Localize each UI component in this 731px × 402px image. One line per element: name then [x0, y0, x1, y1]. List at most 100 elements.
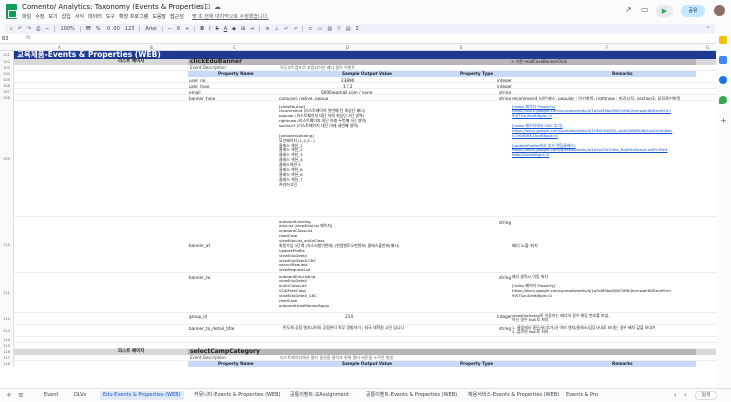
tab-recruit-events[interactable]: 채용서비스-Events & Properties (WEB)	[468, 391, 559, 400]
sample-value-cell[interactable]: [viewEduList] recommend (리스트페이지 첫번째 탄 최상…	[278, 104, 426, 220]
document-title[interactable]: Comento/ Analytics: Taxonomy (Events & P…	[22, 3, 207, 11]
functions-icon[interactable]: Σ	[356, 26, 359, 32]
link-icon[interactable]: ⊂	[308, 26, 312, 32]
search-menus-icon[interactable]: ⌕	[10, 26, 13, 32]
sample-value-cell[interactable]: onboardEduListing viewEduDetail onAirCla…	[278, 274, 428, 314]
currency-format-button[interactable]: ₩	[86, 26, 91, 32]
borders-icon[interactable]: ⊞	[241, 26, 245, 32]
align-left-icon[interactable]: ≡	[265, 26, 269, 32]
font-size-decrease-icon[interactable]: −	[168, 26, 172, 32]
column-header-c[interactable]: C	[233, 45, 236, 50]
share-label: 공유	[688, 8, 698, 14]
valign-icon[interactable]: ⊥	[275, 26, 279, 32]
number-format-button[interactable]: 123	[125, 26, 135, 32]
explore-label: 탐색	[701, 393, 711, 398]
menu-view[interactable]: 보기	[48, 13, 57, 21]
comment-icon[interactable]: ▭	[641, 5, 649, 14]
explore-button[interactable]: 탐색	[695, 391, 717, 400]
fill-color-icon[interactable]: ◆	[232, 26, 236, 32]
redo-icon[interactable]: ↷	[27, 26, 31, 32]
move-folder-icon[interactable]: ⊡	[205, 3, 211, 11]
filter-icon[interactable]: ▽	[337, 26, 341, 32]
rotate-icon[interactable]: ↗	[293, 26, 297, 32]
property-header[interactable]: Property Name Sample Output Value Proper…	[188, 361, 696, 367]
merge-cells-icon[interactable]: ⇔	[250, 26, 254, 32]
tab-edu-events[interactable]: Edu-Events & Properties (WEB)	[100, 391, 184, 400]
decimal-buttons[interactable]: .0 .00	[105, 26, 119, 32]
contacts-icon[interactable]	[719, 76, 727, 84]
column-header-g[interactable]: G	[706, 45, 709, 50]
tab-common-events[interactable]: 공통이벤트-Events & Properties (WEB)	[366, 391, 457, 400]
column-header-d[interactable]: D	[346, 45, 349, 50]
row-number[interactable]: 101	[0, 51, 14, 59]
last-edit-link[interactable]: 몇 초 전에 마지막으로 수정했습니다.	[192, 13, 269, 21]
filter-views-icon[interactable]: ▤	[346, 26, 351, 32]
property-type-cell[interactable]: string	[498, 219, 512, 275]
tab-event[interactable]: Event	[44, 391, 58, 400]
row-number[interactable]: 113	[0, 325, 14, 337]
menu-help[interactable]: 도움말	[152, 13, 166, 21]
strikethrough-button[interactable]: S	[216, 26, 219, 32]
header-property-type: Property Type	[460, 361, 494, 366]
print-icon[interactable]: ⎙	[36, 26, 40, 32]
divider	[194, 26, 196, 32]
cloud-status-icon[interactable]: ☁	[214, 3, 221, 11]
spreadsheet-grid[interactable]: A B C D E F G 101 교육제품-Events & Properti…	[0, 44, 716, 388]
maps-icon[interactable]	[719, 96, 727, 104]
bold-button[interactable]: B	[200, 26, 204, 32]
tasks-icon[interactable]	[719, 56, 727, 64]
row-number[interactable]: 111	[0, 273, 14, 313]
undo-icon[interactable]: ↶	[18, 26, 22, 32]
menu-insert[interactable]: 삽입	[62, 13, 71, 21]
sample-value-cell[interactable]: onboardLanding eduList (viewEduList 페이지)…	[278, 219, 498, 275]
collapse-toolbar-icon[interactable]: ⌃	[706, 26, 710, 32]
remarks-cell[interactable]: [index 페이지 Property] https://docs.google…	[511, 104, 696, 220]
header-remarks: Remarks	[612, 361, 633, 366]
font-size-input[interactable]: 6	[177, 26, 180, 32]
menu-edit[interactable]: 수정	[35, 13, 44, 21]
wrap-icon[interactable]: ↵	[284, 26, 288, 32]
tab-community-events[interactable]: 커뮤니티-Events & Properties (WEB)	[194, 391, 281, 400]
sheets-logo-icon[interactable]	[6, 4, 17, 19]
italic-button[interactable]: I	[209, 26, 210, 32]
menu-accessibility[interactable]: 접근성	[170, 13, 184, 21]
font-select[interactable]: Arial	[145, 26, 156, 32]
add-ons-icon[interactable]: +	[720, 116, 727, 125]
header-property-name: Property Name	[218, 361, 254, 366]
property-type-cell[interactable]: string	[498, 274, 512, 314]
avatar[interactable]	[714, 5, 725, 16]
font-size-increase-icon[interactable]: +	[185, 26, 189, 32]
property-name-cell[interactable]: banner_to	[188, 274, 211, 314]
insert-comment-icon[interactable]: ▭	[318, 26, 323, 32]
column-header-e[interactable]: E	[460, 45, 463, 50]
paint-format-icon[interactable]: ⌐	[45, 26, 49, 32]
share-button[interactable]: 공유	[681, 5, 705, 17]
add-sheet-icon[interactable]: +	[6, 391, 12, 400]
meet-video-icon[interactable]: ▶	[656, 5, 673, 17]
zoom-select[interactable]: 100%	[60, 26, 74, 32]
keep-icon[interactable]	[719, 36, 727, 44]
row-number[interactable]: 118	[0, 361, 14, 367]
menu-extensions[interactable]: 확장 프로그램	[119, 13, 148, 21]
insert-chart-icon[interactable]: ▥	[327, 26, 332, 32]
percent-format-button[interactable]: %	[96, 26, 101, 32]
menu-format[interactable]: 서식	[75, 13, 84, 21]
tab-dlvs[interactable]: DLVs	[74, 391, 86, 400]
text-color-button[interactable]: A	[224, 26, 227, 32]
menu-tools[interactable]: 도구	[106, 13, 115, 21]
row-number[interactable]: 110	[0, 217, 14, 273]
column-header-f[interactable]: F	[606, 45, 608, 50]
menu-file[interactable]: 파일	[22, 13, 31, 21]
tab-events-more[interactable]: Events & Pro	[566, 391, 598, 400]
all-sheets-icon[interactable]: ≡	[18, 391, 24, 400]
scroll-tabs-right-icon[interactable]: ›	[684, 391, 687, 400]
scroll-tabs-left-icon[interactable]: ‹	[674, 391, 677, 400]
row-number[interactable]: 112	[0, 313, 14, 325]
name-box[interactable]: B3	[2, 36, 9, 42]
menu-data[interactable]: 데이터	[88, 13, 102, 21]
tab-common-assignment[interactable]: 공통이벤트-교Assignment	[290, 391, 349, 400]
remarks-cell[interactable]: 배너 클릭시 이동 위치 [index 페이지 Property] https:…	[511, 274, 696, 314]
activity-trend-icon[interactable]: ↗	[625, 5, 632, 14]
row-number[interactable]: 109	[0, 101, 14, 217]
star-icon[interactable]: ☆	[196, 3, 202, 11]
